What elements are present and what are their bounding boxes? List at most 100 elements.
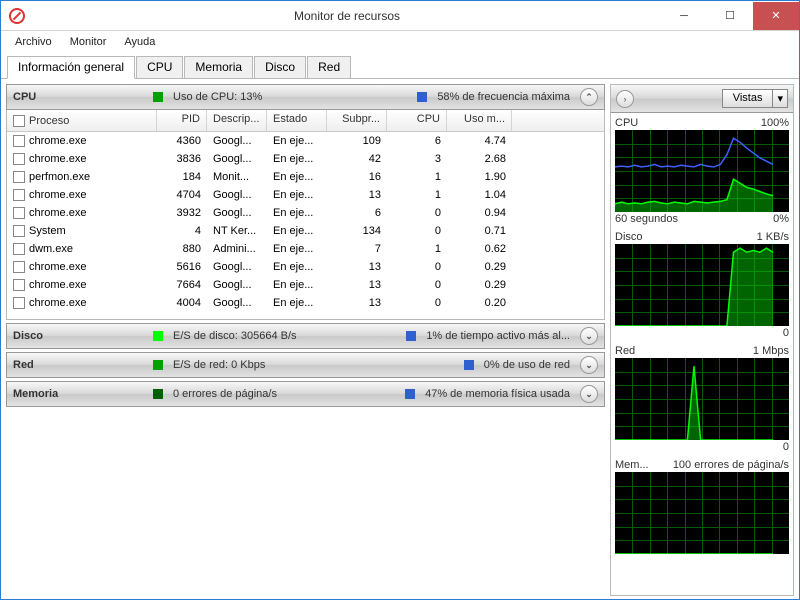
chart-net: Red 1 Mbps 0 bbox=[615, 345, 789, 453]
chart-scale: 1 KB/s bbox=[757, 231, 789, 243]
col-threads[interactable]: Subpr... bbox=[327, 110, 387, 131]
chart-mem: Mem... 100 errores de página/s bbox=[615, 459, 789, 555]
table-row[interactable]: System4NT Ker...En eje...13400.71 bbox=[7, 222, 604, 240]
header-checkbox[interactable] bbox=[13, 115, 25, 127]
table-row[interactable]: chrome.exe3932Googl...En eje...600.94 bbox=[7, 204, 604, 222]
menubar: Archivo Monitor Ayuda bbox=[1, 31, 799, 53]
menu-archivo[interactable]: Archivo bbox=[7, 34, 60, 50]
cpu-panel-header[interactable]: CPU Uso de CPU: 13% 58% de frecuencia má… bbox=[6, 84, 605, 110]
maximize-button[interactable]: ☐ bbox=[707, 2, 753, 30]
disk-active-icon bbox=[406, 331, 416, 341]
mem-usage-stat: 47% de memoria física usada bbox=[425, 388, 570, 400]
table-row[interactable]: chrome.exe4004Googl...En eje...1300.20 bbox=[7, 294, 604, 312]
net-io-stat: E/S de red: 0 Kbps bbox=[173, 359, 265, 371]
table-row[interactable]: chrome.exe5616Googl...En eje...1300.29 bbox=[7, 258, 604, 276]
process-table: Proceso PID Descrip... Estado Subpr... C… bbox=[6, 110, 605, 320]
chart-xright: 0 bbox=[783, 327, 789, 339]
minimize-button[interactable]: ─ bbox=[661, 2, 707, 30]
net-panel-header[interactable]: Red E/S de red: 0 Kbps 0% de uso de red … bbox=[6, 352, 605, 378]
col-process[interactable]: Proceso bbox=[29, 115, 69, 127]
chart-name: Red bbox=[615, 345, 635, 357]
close-button[interactable]: ✕ bbox=[753, 2, 799, 30]
chart-canvas bbox=[615, 472, 789, 554]
col-pid[interactable]: PID bbox=[157, 110, 207, 131]
window-title: Monitor de recursos bbox=[33, 9, 661, 23]
mem-fault-stat: 0 errores de página/s bbox=[173, 388, 277, 400]
chart-canvas bbox=[615, 244, 789, 326]
cpu-usage-icon bbox=[153, 92, 163, 102]
col-usage[interactable]: Uso m... bbox=[447, 110, 512, 131]
table-row[interactable]: chrome.exe7664Googl...En eje...1300.29 bbox=[7, 276, 604, 294]
cpu-freq-icon bbox=[417, 92, 427, 102]
tab-memory[interactable]: Memoria bbox=[184, 56, 253, 79]
table-row[interactable]: chrome.exe4360Googl...En eje...10964.74 bbox=[7, 132, 604, 150]
cpu-usage-stat: Uso de CPU: 13% bbox=[173, 91, 262, 103]
dropdown-icon[interactable]: ▾ bbox=[772, 90, 787, 107]
chart-name: Disco bbox=[615, 231, 643, 243]
chart-xright: 0 bbox=[783, 441, 789, 453]
expand-icon[interactable]: ⌄ bbox=[580, 327, 598, 345]
tabs: Información general CPU Memoria Disco Re… bbox=[1, 55, 799, 79]
expand-icon[interactable]: ⌄ bbox=[580, 356, 598, 374]
net-io-icon bbox=[153, 360, 163, 370]
app-icon bbox=[9, 8, 25, 24]
row-checkbox[interactable] bbox=[13, 279, 25, 291]
row-checkbox[interactable] bbox=[13, 297, 25, 309]
chart-name: Mem... bbox=[615, 459, 649, 471]
col-cpu[interactable]: CPU bbox=[387, 110, 447, 131]
disk-active-stat: 1% de tiempo activo más al... bbox=[426, 330, 570, 342]
expand-icon[interactable]: ⌄ bbox=[580, 385, 598, 403]
row-checkbox[interactable] bbox=[13, 153, 25, 165]
row-checkbox[interactable] bbox=[13, 225, 25, 237]
chart-scale: 100% bbox=[761, 117, 789, 129]
chart-xleft: 60 segundos bbox=[615, 213, 678, 225]
disk-panel-header[interactable]: Disco E/S de disco: 305664 B/s 1% de tie… bbox=[6, 323, 605, 349]
chart-name: CPU bbox=[615, 117, 638, 129]
table-header: Proceso PID Descrip... Estado Subpr... C… bbox=[7, 110, 604, 132]
chart-scale: 100 errores de página/s bbox=[673, 459, 789, 471]
row-checkbox[interactable] bbox=[13, 135, 25, 147]
tab-cpu[interactable]: CPU bbox=[136, 56, 183, 79]
chart-canvas bbox=[615, 358, 789, 440]
mem-panel-name: Memoria bbox=[13, 388, 143, 400]
tab-disk[interactable]: Disco bbox=[254, 56, 306, 79]
disk-io-icon bbox=[153, 331, 163, 341]
chart-disk: Disco 1 KB/s 0 bbox=[615, 231, 789, 339]
row-checkbox[interactable] bbox=[13, 207, 25, 219]
tab-overview[interactable]: Información general bbox=[7, 56, 135, 79]
mem-usage-icon bbox=[405, 389, 415, 399]
row-checkbox[interactable] bbox=[13, 189, 25, 201]
chart-canvas bbox=[615, 130, 789, 212]
titlebar[interactable]: Monitor de recursos ─ ☐ ✕ bbox=[1, 1, 799, 31]
table-row[interactable]: dwm.exe880Admini...En eje...710.62 bbox=[7, 240, 604, 258]
disk-panel-name: Disco bbox=[13, 330, 143, 342]
col-status[interactable]: Estado bbox=[267, 110, 327, 131]
table-row[interactable]: perfmon.exe184Monit...En eje...1611.90 bbox=[7, 168, 604, 186]
charts-sidebar: › Vistas ▾ CPU100%60 segundos0%Disco1 KB… bbox=[610, 84, 794, 596]
menu-ayuda[interactable]: Ayuda bbox=[116, 34, 163, 50]
charts-area[interactable]: CPU100%60 segundos0%Disco1 KB/s0Red1 Mbp… bbox=[611, 113, 793, 595]
table-row[interactable]: chrome.exe3836Googl...En eje...4232.68 bbox=[7, 150, 604, 168]
chart-cpu: CPU100%60 segundos0% bbox=[615, 117, 789, 225]
net-usage-stat: 0% de uso de red bbox=[484, 359, 570, 371]
chart-scale: 1 Mbps bbox=[753, 345, 789, 357]
vistas-label: Vistas bbox=[723, 90, 773, 107]
row-checkbox[interactable] bbox=[13, 261, 25, 273]
menu-monitor[interactable]: Monitor bbox=[62, 34, 115, 50]
mem-fault-icon bbox=[153, 389, 163, 399]
net-panel-name: Red bbox=[13, 359, 143, 371]
col-desc[interactable]: Descrip... bbox=[207, 110, 267, 131]
cpu-panel-name: CPU bbox=[13, 91, 143, 103]
tab-network[interactable]: Red bbox=[307, 56, 351, 79]
chevron-right-icon[interactable]: › bbox=[616, 90, 634, 108]
disk-io-stat: E/S de disco: 305664 B/s bbox=[173, 330, 297, 342]
table-row[interactable]: chrome.exe4704Googl...En eje...1311.04 bbox=[7, 186, 604, 204]
collapse-icon[interactable]: ⌃ bbox=[580, 88, 598, 106]
vistas-button[interactable]: Vistas ▾ bbox=[722, 89, 788, 108]
row-checkbox[interactable] bbox=[13, 171, 25, 183]
cpu-freq-stat: 58% de frecuencia máxima bbox=[437, 91, 570, 103]
net-usage-icon bbox=[464, 360, 474, 370]
table-body[interactable]: chrome.exe4360Googl...En eje...10964.74 … bbox=[7, 132, 604, 320]
row-checkbox[interactable] bbox=[13, 243, 25, 255]
mem-panel-header[interactable]: Memoria 0 errores de página/s 47% de mem… bbox=[6, 381, 605, 407]
